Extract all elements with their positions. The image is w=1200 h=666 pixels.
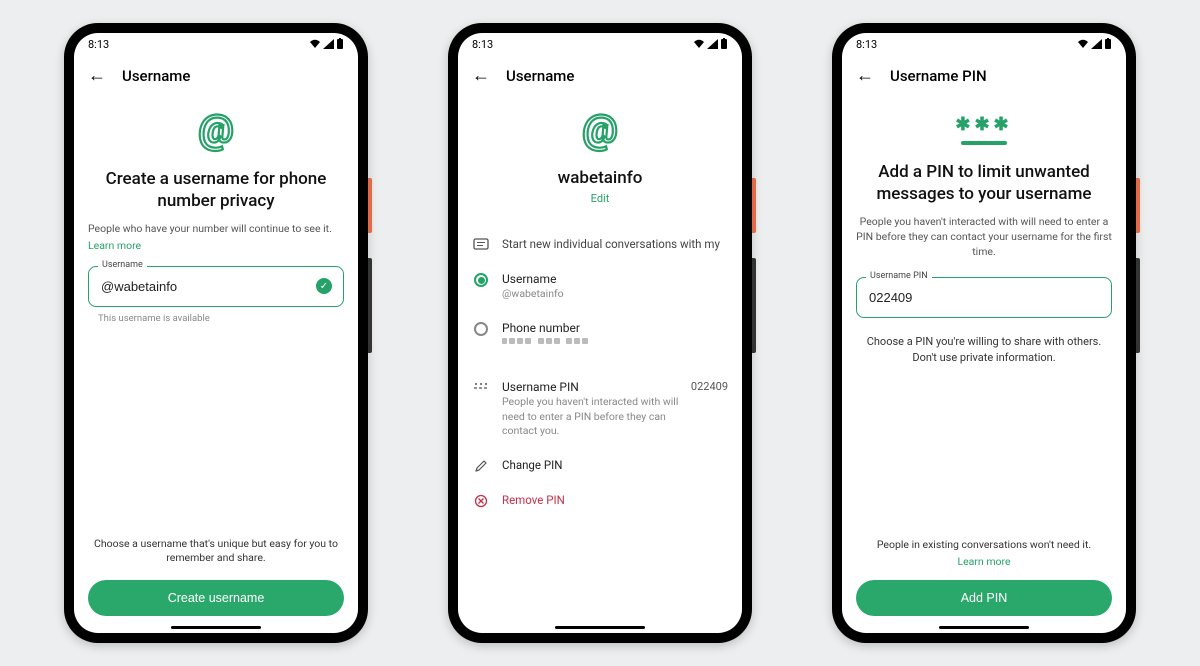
content: @ wabetainfo Edit Start new individual c…	[458, 96, 742, 633]
learn-more-link[interactable]: Learn more	[88, 239, 344, 252]
battery-icon	[720, 38, 728, 50]
svg-text:@: @	[582, 106, 618, 152]
remove-pin-label: Remove PIN	[502, 493, 728, 507]
status-icons	[693, 38, 728, 50]
pin-info: Choose a PIN you're willing to share wit…	[856, 334, 1112, 365]
pin-desc: People you haven't interacted with will …	[502, 395, 679, 438]
back-icon[interactable]: ←	[472, 65, 490, 86]
wifi-icon	[1077, 39, 1089, 49]
status-time: 8:13	[472, 38, 493, 51]
bottom-info: Choose a username that's unique but easy…	[88, 537, 344, 566]
battery-icon	[336, 38, 344, 50]
status-time: 8:13	[856, 38, 877, 51]
content: ✱✱✱ Add a PIN to limit unwanted messages…	[842, 96, 1126, 633]
header: ← Username	[458, 55, 742, 96]
status-icons	[309, 38, 344, 50]
signal-icon	[1091, 39, 1102, 49]
screen-username-settings: 8:13 ← Username @ wabetainfo Edit Start …	[458, 33, 742, 633]
content: @ Create a username for phone number pri…	[74, 96, 358, 633]
screen-username-pin: 8:13 ← Username PIN ✱✱✱ Add a PIN to lim…	[842, 33, 1126, 633]
check-icon: ✓	[316, 278, 332, 294]
learn-more-link[interactable]: Learn more	[856, 555, 1112, 568]
svg-text:@: @	[198, 106, 234, 152]
main-title: Add a PIN to limit unwanted messages to …	[856, 161, 1112, 205]
page-title: Username PIN	[890, 67, 987, 85]
radio-unselected-icon	[474, 322, 488, 336]
phone-mockup-1: 8:13 ← Username @ Create a username for …	[64, 23, 368, 643]
remove-icon	[472, 493, 490, 508]
page-title: Username	[122, 67, 190, 85]
change-pin-label: Change PIN	[502, 458, 728, 472]
username-display: wabetainfo	[472, 168, 728, 188]
option-label: Phone number	[502, 321, 728, 335]
statusbar: 8:13	[458, 33, 742, 55]
battery-icon	[1104, 38, 1112, 50]
status-icons	[1077, 38, 1112, 50]
sub-text: People who have your number will continu…	[88, 222, 344, 237]
header: ← Username PIN	[842, 55, 1126, 96]
pin-icon	[472, 380, 490, 395]
at-icon: @	[88, 106, 344, 156]
start-conversation-row: Start new individual conversations with …	[472, 227, 728, 262]
phone-mockup-2: 8:13 ← Username @ wabetainfo Edit Start …	[448, 23, 752, 643]
pin-input[interactable]	[856, 277, 1112, 318]
main-title: Create a username for phone number priva…	[88, 168, 344, 212]
screen-create-username: 8:13 ← Username @ Create a username for …	[74, 33, 358, 633]
home-indicator[interactable]	[939, 626, 1029, 629]
remove-pin-row[interactable]: Remove PIN	[472, 483, 728, 518]
phone-blurred	[502, 338, 728, 352]
phone-mockup-3: 8:13 ← Username PIN ✱✱✱ Add a PIN to lim…	[832, 23, 1136, 643]
back-icon[interactable]: ←	[856, 65, 874, 86]
username-pin-row[interactable]: Username PIN People you haven't interact…	[472, 370, 728, 448]
pin-title: Username PIN	[502, 380, 679, 394]
header: ← Username	[74, 55, 358, 96]
section-header: Start new individual conversations with …	[502, 237, 728, 251]
create-username-button[interactable]: Create username	[88, 580, 344, 616]
page-title: Username	[506, 67, 574, 85]
input-label: Username PIN	[866, 271, 932, 281]
signal-icon	[707, 39, 718, 49]
bottom-info: People in existing conversations won't n…	[856, 538, 1112, 553]
statusbar: 8:13	[74, 33, 358, 55]
username-input-group: Username ✓	[88, 266, 344, 307]
username-input[interactable]	[88, 266, 344, 307]
status-time: 8:13	[88, 38, 109, 51]
pin-underline	[961, 141, 1007, 145]
sub-text: People you haven't interacted with will …	[856, 215, 1112, 259]
radio-selected-icon	[474, 273, 488, 287]
edit-link[interactable]: Edit	[472, 192, 728, 205]
home-indicator[interactable]	[555, 626, 645, 629]
wifi-icon	[309, 39, 321, 49]
wifi-icon	[693, 39, 705, 49]
option-label: Username	[502, 272, 728, 286]
pin-input-group: Username PIN	[856, 277, 1112, 318]
chat-icon	[472, 237, 490, 252]
change-pin-row[interactable]: Change PIN	[472, 448, 728, 483]
option-username[interactable]: Username @wabetainfo	[472, 262, 728, 311]
home-indicator[interactable]	[171, 626, 261, 629]
signal-icon	[323, 39, 334, 49]
add-pin-button[interactable]: Add PIN	[856, 580, 1112, 616]
statusbar: 8:13	[842, 33, 1126, 55]
pin-value: 022409	[691, 380, 728, 393]
helper-text: This username is available	[88, 313, 344, 324]
option-phone[interactable]: Phone number	[472, 311, 728, 362]
input-label: Username	[98, 260, 147, 270]
at-icon: @	[472, 106, 728, 156]
pin-asterisks-icon: ✱✱✱	[856, 114, 1112, 135]
pencil-icon	[472, 458, 490, 473]
option-handle: @wabetainfo	[502, 287, 728, 301]
back-icon[interactable]: ←	[88, 65, 106, 86]
